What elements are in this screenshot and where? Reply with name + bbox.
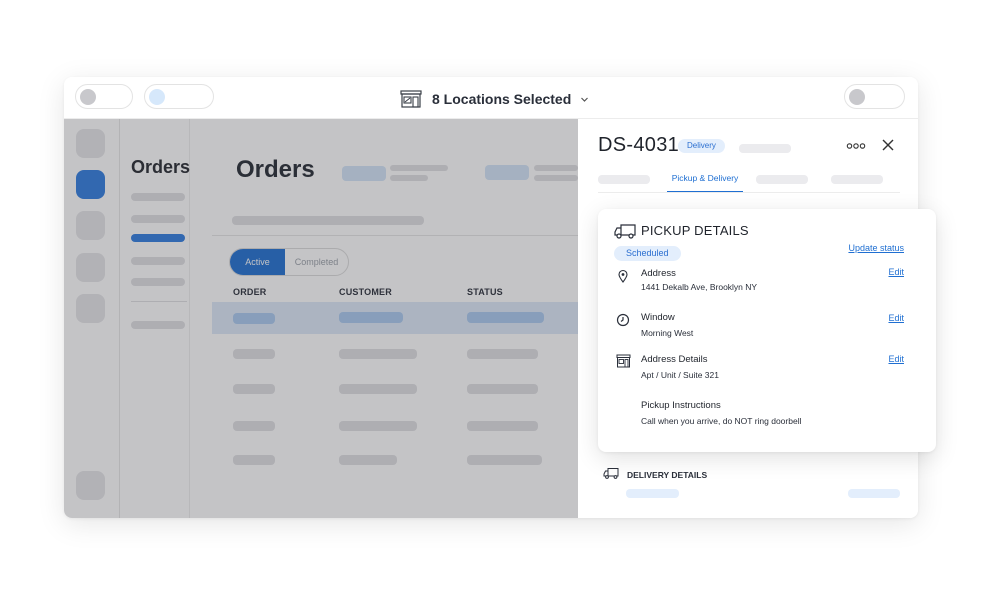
edit-address-link[interactable]: Edit [888, 267, 904, 277]
location-label: 8 Locations Selected [432, 91, 572, 107]
map-pin-icon [618, 269, 628, 283]
window-value: Morning West [641, 328, 694, 338]
tabs-divider [598, 192, 900, 193]
top-bar: 8 Locations Selected [64, 77, 918, 119]
order-id: DS-4031 [598, 134, 680, 156]
right-toggle[interactable] [844, 84, 905, 109]
pickup-instructions-value: Call when you arrive, do NOT ring doorbe… [641, 416, 802, 426]
store-icon [400, 90, 422, 108]
pickup-details-card: PICKUP DETAILS Scheduled Update status A… [598, 209, 936, 452]
truck-icon [614, 224, 636, 239]
tab-placeholder[interactable] [756, 175, 808, 184]
delivery-truck-icon [603, 468, 619, 479]
address-value: 1441 Dekalb Ave, Brooklyn NY [641, 282, 758, 292]
more-options-icon[interactable] [846, 140, 866, 152]
tab-placeholder[interactable] [598, 175, 650, 184]
toggle-knob [80, 89, 96, 105]
toggle-knob [849, 89, 865, 105]
left-toggle[interactable] [75, 84, 133, 109]
chevron-down-icon [581, 97, 589, 102]
order-type-badge: Delivery [678, 139, 725, 153]
address-label: Address [641, 268, 676, 279]
window-label: Window [641, 312, 675, 323]
address-details-label: Address Details [641, 354, 708, 365]
toggle-knob [149, 89, 165, 105]
pickup-instructions-label: Pickup Instructions [641, 400, 721, 411]
edit-window-link[interactable]: Edit [888, 313, 904, 323]
address-details-value: Apt / Unit / Suite 321 [641, 370, 719, 380]
update-status-link[interactable]: Update status [848, 243, 904, 253]
secondary-toggle[interactable] [144, 84, 214, 109]
location-selector[interactable]: 8 Locations Selected [400, 88, 589, 110]
header-placeholder [739, 144, 791, 153]
edit-address-details-link[interactable]: Edit [888, 354, 904, 364]
status-badge: Scheduled [614, 246, 681, 261]
pickup-title: PICKUP DETAILS [641, 223, 749, 238]
tab-pickup-delivery[interactable]: Pickup & Delivery [667, 171, 743, 193]
tab-placeholder[interactable] [831, 175, 883, 184]
close-icon[interactable] [881, 138, 895, 152]
orders-app-background: Orders Orders Active Completed ORDER CUS… [64, 119, 578, 518]
modal-backdrop[interactable] [64, 119, 578, 518]
clock-icon [616, 313, 630, 327]
building-icon [616, 354, 631, 368]
delivery-details-title: DELIVERY DETAILS [627, 470, 708, 480]
delivery-placeholder [626, 489, 679, 498]
delivery-placeholder [848, 489, 900, 498]
